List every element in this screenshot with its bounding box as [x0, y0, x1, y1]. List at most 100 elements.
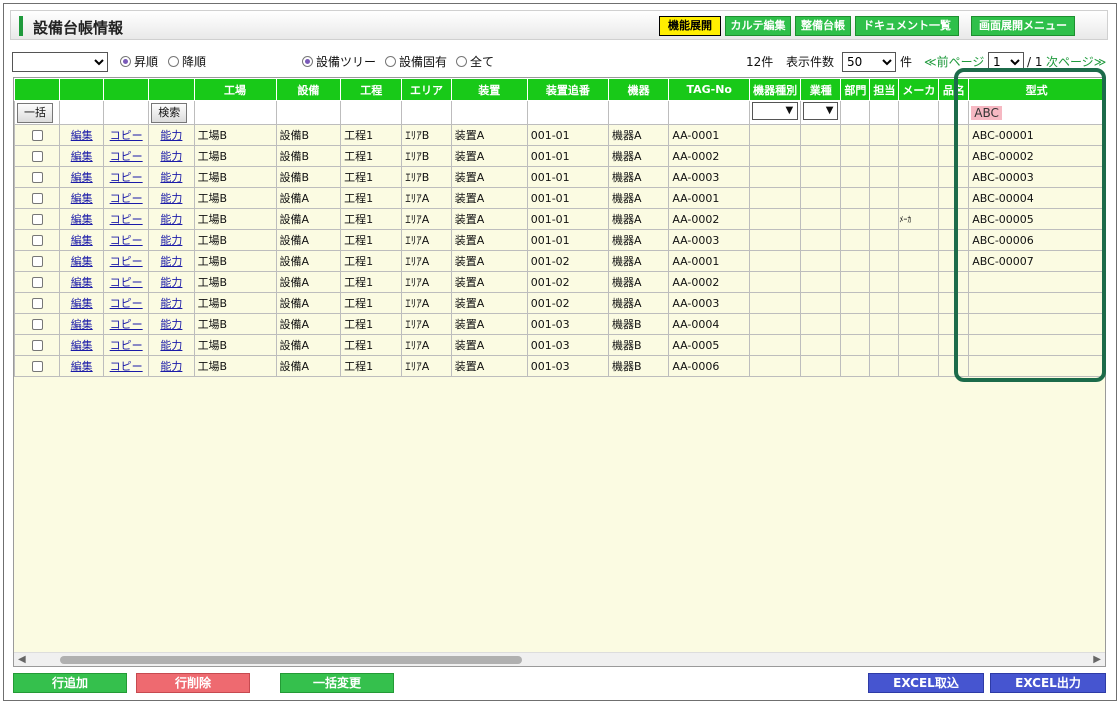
row-checkbox[interactable] — [31, 256, 43, 267]
copy-link[interactable]: コピー — [110, 192, 143, 205]
page-select[interactable]: 1 — [988, 52, 1024, 72]
capacity-link[interactable]: 能力 — [160, 171, 182, 184]
row-checkbox[interactable] — [31, 130, 43, 141]
copy-link[interactable]: コピー — [110, 213, 143, 226]
row-checkbox[interactable] — [31, 235, 43, 246]
capacity-link[interactable]: 能力 — [160, 339, 182, 352]
filter-cell[interactable] — [938, 100, 970, 125]
filter-tag[interactable] — [668, 100, 751, 125]
edit-link[interactable]: 編集 — [71, 276, 93, 289]
capacity-link[interactable]: 能力 — [160, 276, 182, 289]
excel-export-button[interactable]: EXCEL出力 — [990, 673, 1106, 693]
sort-field-select[interactable] — [12, 52, 108, 72]
capacity-link[interactable]: 能力 — [160, 360, 182, 373]
horizontal-scrollbar[interactable]: ◀ ▶ — [14, 652, 1105, 666]
column-header[interactable]: 機器 — [607, 78, 670, 101]
edit-link[interactable]: 編集 — [71, 255, 93, 268]
filter-process[interactable] — [340, 100, 403, 125]
edit-link[interactable]: 編集 — [71, 213, 93, 226]
delete-row-button[interactable]: 行削除 — [136, 673, 250, 693]
filter-equipment[interactable] — [275, 100, 342, 125]
column-header[interactable] — [59, 78, 105, 101]
column-header[interactable]: 部門 — [840, 78, 871, 101]
model-filter-input[interactable]: ABC — [968, 100, 1105, 125]
column-header[interactable] — [148, 78, 195, 101]
bulk-change-button[interactable]: 一括変更 — [280, 673, 394, 693]
edit-link[interactable]: 編集 — [71, 360, 93, 373]
column-header[interactable]: エリア — [401, 78, 452, 101]
capacity-link[interactable]: 能力 — [160, 234, 182, 247]
scope-all-option[interactable]: 全て — [456, 52, 494, 72]
column-header[interactable]: 機器種別 — [749, 78, 802, 101]
filter-cell[interactable] — [840, 100, 871, 125]
sort-desc-option[interactable]: 降順 — [168, 52, 206, 72]
row-checkbox[interactable] — [31, 340, 43, 351]
copy-link[interactable]: コピー — [110, 276, 143, 289]
row-checkbox[interactable] — [31, 172, 43, 183]
edit-link[interactable]: 編集 — [71, 339, 93, 352]
capacity-link[interactable]: 能力 — [160, 192, 182, 205]
filter-area[interactable] — [401, 100, 452, 125]
copy-link[interactable]: コピー — [110, 171, 143, 184]
sort-asc-option[interactable]: 昇順 — [120, 52, 158, 72]
excel-import-button[interactable]: EXCEL取込 — [868, 673, 984, 693]
filter-machine[interactable] — [607, 100, 670, 125]
filter-cell[interactable] — [898, 100, 940, 125]
edit-link[interactable]: 編集 — [71, 150, 93, 163]
function-expand-button[interactable]: 機能展開 — [659, 16, 721, 36]
column-header[interactable]: 装置追番 — [526, 78, 610, 101]
column-header[interactable] — [103, 78, 150, 101]
row-checkbox[interactable] — [31, 193, 43, 204]
add-row-button[interactable]: 行追加 — [13, 673, 127, 693]
scope-unique-option[interactable]: 設備固有 — [385, 52, 447, 72]
capacity-link[interactable]: 能力 — [160, 129, 182, 142]
column-header[interactable]: 担当 — [869, 78, 900, 101]
filter-cell[interactable] — [869, 100, 900, 125]
scroll-right-icon[interactable]: ▶ — [1093, 654, 1101, 665]
document-list-button[interactable]: ドキュメント一覧 — [855, 16, 959, 36]
column-header[interactable]: 型式 — [968, 78, 1105, 101]
copy-link[interactable]: コピー — [110, 318, 143, 331]
row-checkbox[interactable] — [31, 361, 43, 372]
copy-link[interactable]: コピー — [110, 360, 143, 373]
column-header[interactable]: 品名 — [938, 78, 970, 101]
prev-page-link[interactable]: ≪前ページ — [924, 52, 984, 72]
bulk-check-button[interactable]: 一括 — [17, 102, 53, 123]
capacity-link[interactable]: 能力 — [160, 255, 182, 268]
row-checkbox[interactable] — [31, 298, 43, 309]
column-header[interactable]: 工程 — [340, 78, 403, 101]
search-button[interactable]: 検索 — [151, 102, 188, 123]
copy-link[interactable]: コピー — [110, 339, 143, 352]
row-checkbox[interactable] — [31, 319, 43, 330]
scrollbar-thumb[interactable] — [60, 656, 522, 664]
column-header[interactable]: メーカ — [898, 78, 940, 101]
copy-link[interactable]: コピー — [110, 234, 143, 247]
filter-device[interactable] — [450, 100, 528, 125]
maintenance-ledger-button[interactable]: 整備台帳 — [795, 16, 851, 36]
copy-link[interactable]: コピー — [110, 297, 143, 310]
edit-link[interactable]: 編集 — [71, 297, 93, 310]
copy-link[interactable]: コピー — [110, 150, 143, 163]
machine-type-filter-select[interactable]: ▼ — [752, 102, 799, 120]
column-header[interactable]: 設備 — [275, 78, 342, 101]
capacity-link[interactable]: 能力 — [160, 297, 182, 310]
capacity-link[interactable]: 能力 — [160, 150, 182, 163]
row-checkbox[interactable] — [31, 214, 43, 225]
screen-menu-button[interactable]: 画面展開メニュー — [971, 16, 1075, 36]
scope-tree-option[interactable]: 設備ツリー — [302, 52, 376, 72]
copy-link[interactable]: コピー — [110, 129, 143, 142]
karte-edit-button[interactable]: カルテ編集 — [725, 16, 791, 36]
capacity-link[interactable]: 能力 — [160, 213, 182, 226]
edit-link[interactable]: 編集 — [71, 129, 93, 142]
column-header[interactable]: TAG-No — [668, 78, 751, 101]
capacity-link[interactable]: 能力 — [160, 318, 182, 331]
edit-link[interactable]: 編集 — [71, 171, 93, 184]
row-checkbox[interactable] — [31, 151, 43, 162]
column-header[interactable] — [14, 78, 61, 101]
filter-factory[interactable] — [193, 100, 277, 125]
column-header[interactable]: 装置 — [450, 78, 528, 101]
next-page-link[interactable]: 次ページ≫ — [1046, 52, 1106, 72]
edit-link[interactable]: 編集 — [71, 234, 93, 247]
filter-device-no[interactable] — [526, 100, 610, 125]
scroll-left-icon[interactable]: ◀ — [18, 654, 26, 665]
